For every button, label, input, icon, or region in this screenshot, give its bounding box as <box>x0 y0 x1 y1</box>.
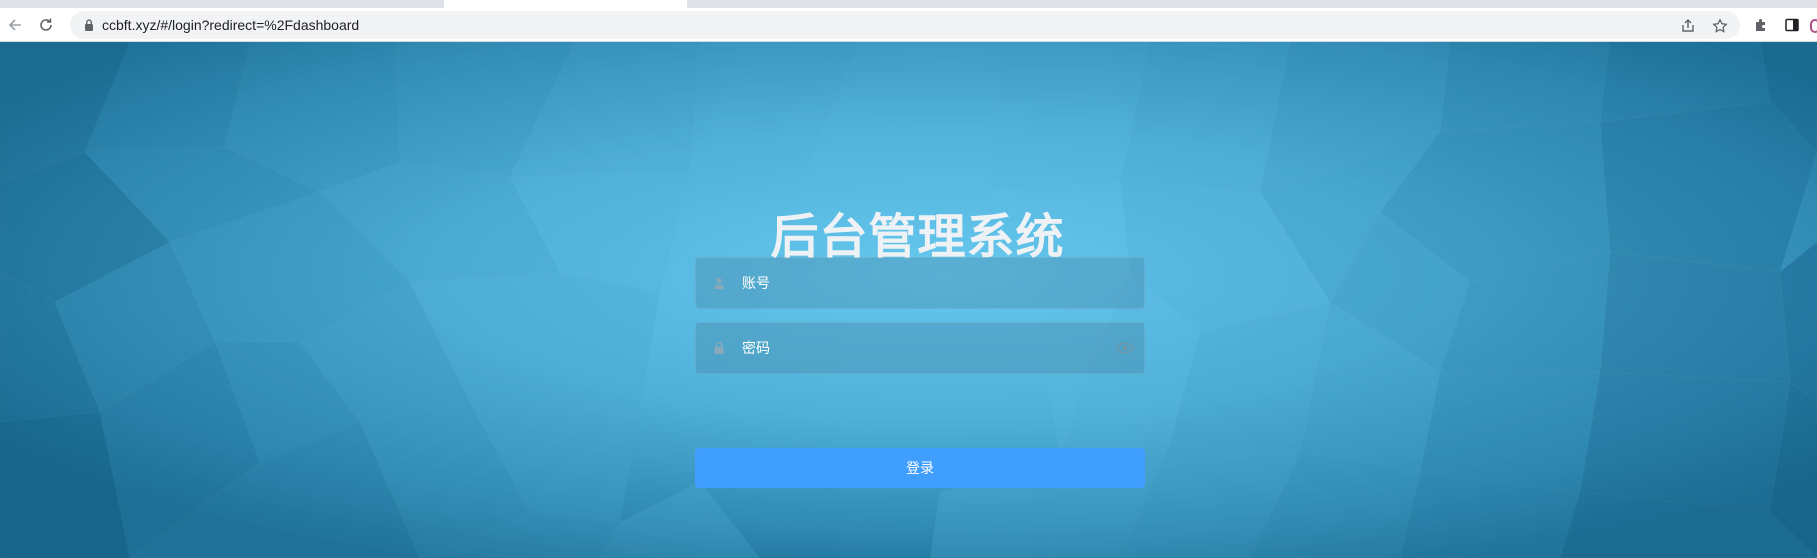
back-arrow-icon[interactable] <box>2 12 28 38</box>
profile-avatar[interactable] <box>1810 19 1817 33</box>
password-input[interactable] <box>740 323 1104 375</box>
active-tab[interactable] <box>444 0 687 8</box>
username-input[interactable] <box>740 258 1104 310</box>
password-field[interactable] <box>695 322 1145 375</box>
browser-toolbar: ccbft.xyz/#/login?redirect=%2Fdashboard <box>0 8 1817 42</box>
side-panel-icon[interactable] <box>1779 12 1805 38</box>
address-bar[interactable]: ccbft.xyz/#/login?redirect=%2Fdashboard <box>70 11 1740 39</box>
username-field[interactable] <box>695 257 1145 310</box>
login-button[interactable]: 登录 <box>695 448 1145 488</box>
share-icon[interactable] <box>1680 18 1696 34</box>
tab-strip <box>0 0 1817 8</box>
password-lock-icon <box>714 341 724 354</box>
lock-icon[interactable] <box>82 18 96 32</box>
extensions-icon[interactable] <box>1748 12 1774 38</box>
user-icon <box>714 277 724 289</box>
login-page: 后台管理系统 登录 <box>0 42 1817 558</box>
show-password-eye-icon[interactable] <box>1116 340 1134 356</box>
star-icon[interactable] <box>1712 18 1728 34</box>
url-text[interactable]: ccbft.xyz/#/login?redirect=%2Fdashboard <box>102 11 359 39</box>
reload-icon[interactable] <box>33 12 59 38</box>
